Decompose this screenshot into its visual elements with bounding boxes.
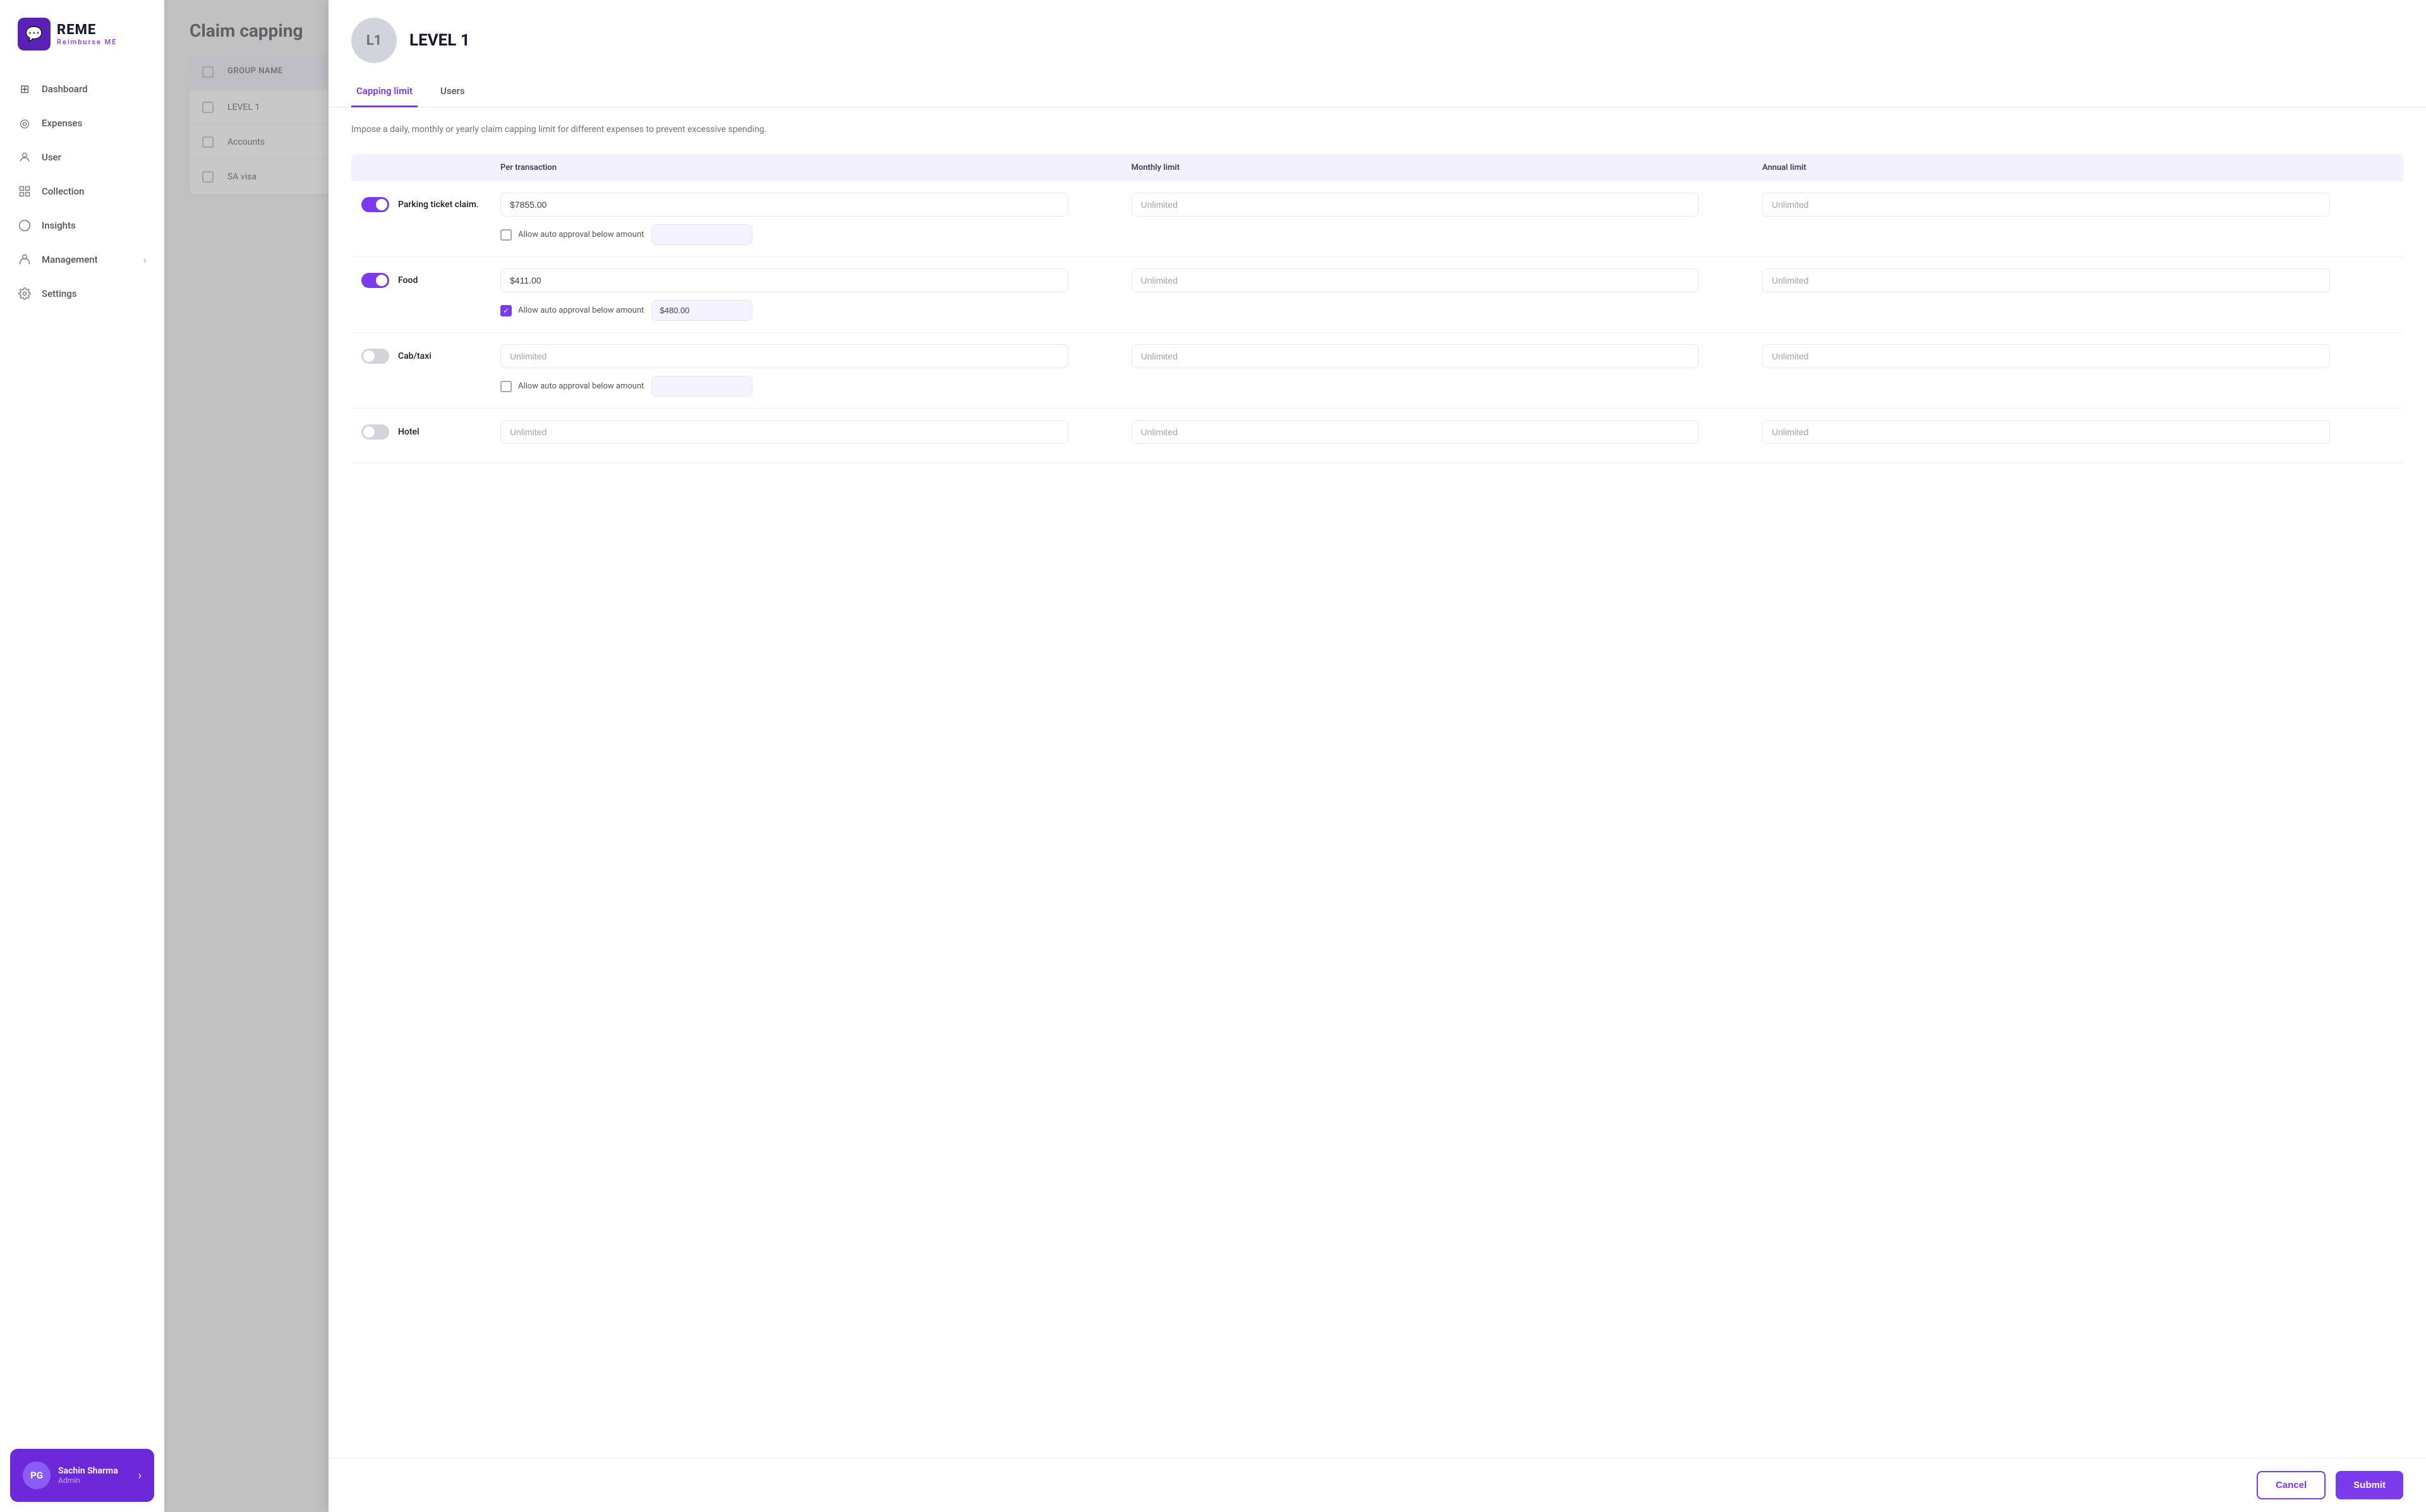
logo-name: REME xyxy=(57,22,118,38)
modal-description: Impose a daily, monthly or yearly claim … xyxy=(351,123,2403,136)
hotel-per-transaction-input[interactable] xyxy=(500,420,1068,444)
cancel-button[interactable]: Cancel xyxy=(2257,1471,2326,1499)
expense-row-food: Food ✓ Allow auto approval below amount xyxy=(351,257,2403,333)
settings-icon xyxy=(18,287,32,301)
toggle-food[interactable] xyxy=(361,273,389,288)
auto-approval-parking-label[interactable]: Allow auto approval below amount xyxy=(500,229,644,241)
logo-icon: 💬 xyxy=(18,18,51,51)
hotel-annual-input[interactable] xyxy=(1762,420,2330,444)
cabtaxi-auto-approval-input[interactable] xyxy=(651,376,752,397)
sidebar-item-collection[interactable]: Collection xyxy=(0,174,164,208)
parking-monthly-input[interactable] xyxy=(1132,193,1699,217)
sidebar-item-dashboard[interactable]: ⊞ Dashboard xyxy=(0,72,164,106)
sidebar-item-management[interactable]: Management › xyxy=(0,243,164,277)
parking-per-transaction-input[interactable] xyxy=(500,193,1068,217)
level-avatar: L1 xyxy=(351,18,397,63)
toggle-parking[interactable] xyxy=(361,197,389,212)
expense-row-parking: Parking ticket claim. Allow auto approva… xyxy=(351,181,2403,257)
parking-annual-input[interactable] xyxy=(1762,193,2330,217)
expense-row-cabtaxi: Cab/taxi Allow auto approval below amoun… xyxy=(351,333,2403,409)
sidebar-item-insights[interactable]: Insights xyxy=(0,208,164,243)
tab-capping-limit[interactable]: Capping limit xyxy=(351,76,418,107)
sidebar-nav: ⊞ Dashboard ◎ Expenses User Collection I… xyxy=(0,66,164,1439)
sidebar-label-user: User xyxy=(42,152,61,163)
dashboard-icon: ⊞ xyxy=(18,82,32,96)
auto-approval-cabtaxi-checkbox[interactable] xyxy=(500,381,512,392)
col-per-transaction: Per transaction xyxy=(500,163,1132,172)
hotel-monthly-input[interactable] xyxy=(1132,420,1699,444)
management-chevron-icon: › xyxy=(143,254,147,266)
cabtaxi-annual-input[interactable] xyxy=(1762,344,2330,368)
claim-group-panel: L1 LEVEL 1 Capping limit Users Impose a … xyxy=(329,0,2426,1512)
expenses-icon: ◎ xyxy=(18,116,32,130)
user-role: Admin xyxy=(58,1476,118,1485)
food-annual-input[interactable] xyxy=(1762,268,2330,292)
toggle-hotel[interactable] xyxy=(361,424,389,440)
auto-approval-cabtaxi-text: Allow auto approval below amount xyxy=(518,381,644,391)
expense-name-parking: Parking ticket claim. xyxy=(398,200,479,210)
sidebar: 💬 REME Reimburse ME ⊞ Dashboard ◎ Expens… xyxy=(0,0,164,1512)
parking-auto-approval-input[interactable] xyxy=(651,224,752,245)
user-icon xyxy=(18,150,32,164)
toggle-cabtaxi[interactable] xyxy=(361,349,389,364)
management-icon xyxy=(18,253,32,267)
sidebar-label-insights: Insights xyxy=(42,220,76,231)
sidebar-label-collection: Collection xyxy=(42,186,85,197)
auto-approval-food-label[interactable]: ✓ Allow auto approval below amount xyxy=(500,305,644,316)
sidebar-item-user[interactable]: User xyxy=(0,140,164,174)
food-monthly-input[interactable] xyxy=(1132,268,1699,292)
expense-row-hotel: Hotel xyxy=(351,409,2403,464)
user-name: Sachin Sharma xyxy=(58,1466,118,1476)
collection-icon xyxy=(18,184,32,198)
auto-approval-parking-text: Allow auto approval below amount xyxy=(518,230,644,239)
profile-chevron-icon: › xyxy=(138,1469,142,1482)
modal-body: Impose a daily, monthly or yearly claim … xyxy=(329,107,2426,1458)
cabtaxi-monthly-input[interactable] xyxy=(1132,344,1699,368)
sidebar-item-settings[interactable]: Settings xyxy=(0,277,164,311)
expense-name-hotel: Hotel xyxy=(398,427,419,437)
sidebar-label-dashboard: Dashboard xyxy=(42,83,88,95)
auto-approval-food-text: Allow auto approval below amount xyxy=(518,306,644,315)
expense-name-cabtaxi: Cab/taxi xyxy=(398,351,431,361)
cabtaxi-per-transaction-input[interactable] xyxy=(500,344,1068,368)
sidebar-item-expenses[interactable]: ◎ Expenses xyxy=(0,106,164,140)
logo-area: 💬 REME Reimburse ME xyxy=(0,0,164,66)
col-monthly-limit: Monthly limit xyxy=(1132,163,1763,172)
food-auto-approval-input[interactable] xyxy=(651,300,752,321)
sidebar-label-management: Management xyxy=(42,254,98,265)
modal-tabs: Capping limit Users xyxy=(329,76,2426,107)
auto-approval-food-checkbox[interactable]: ✓ xyxy=(500,305,512,316)
food-per-transaction-input[interactable] xyxy=(500,268,1068,292)
insights-icon xyxy=(18,219,32,232)
auto-approval-cabtaxi-label[interactable]: Allow auto approval below amount xyxy=(500,381,644,392)
col-annual-limit: Annual limit xyxy=(1762,163,2393,172)
modal-footer: Cancel Submit xyxy=(329,1458,2426,1512)
user-profile-button[interactable]: PG Sachin Sharma Admin › xyxy=(10,1449,154,1502)
modal-header: L1 LEVEL 1 xyxy=(329,0,2426,63)
expense-name-food: Food xyxy=(398,275,418,285)
logo-subtitle: Reimburse ME xyxy=(57,38,118,46)
modal-level-name: LEVEL 1 xyxy=(409,31,470,50)
capping-table-header: Per transaction Monthly limit Annual lim… xyxy=(351,154,2403,181)
auto-approval-parking-checkbox[interactable] xyxy=(500,229,512,241)
sidebar-label-expenses: Expenses xyxy=(42,117,82,129)
avatar: PG xyxy=(23,1461,51,1489)
tab-users[interactable]: Users xyxy=(435,76,470,107)
submit-button[interactable]: Submit xyxy=(2336,1471,2403,1499)
sidebar-label-settings: Settings xyxy=(42,288,77,299)
